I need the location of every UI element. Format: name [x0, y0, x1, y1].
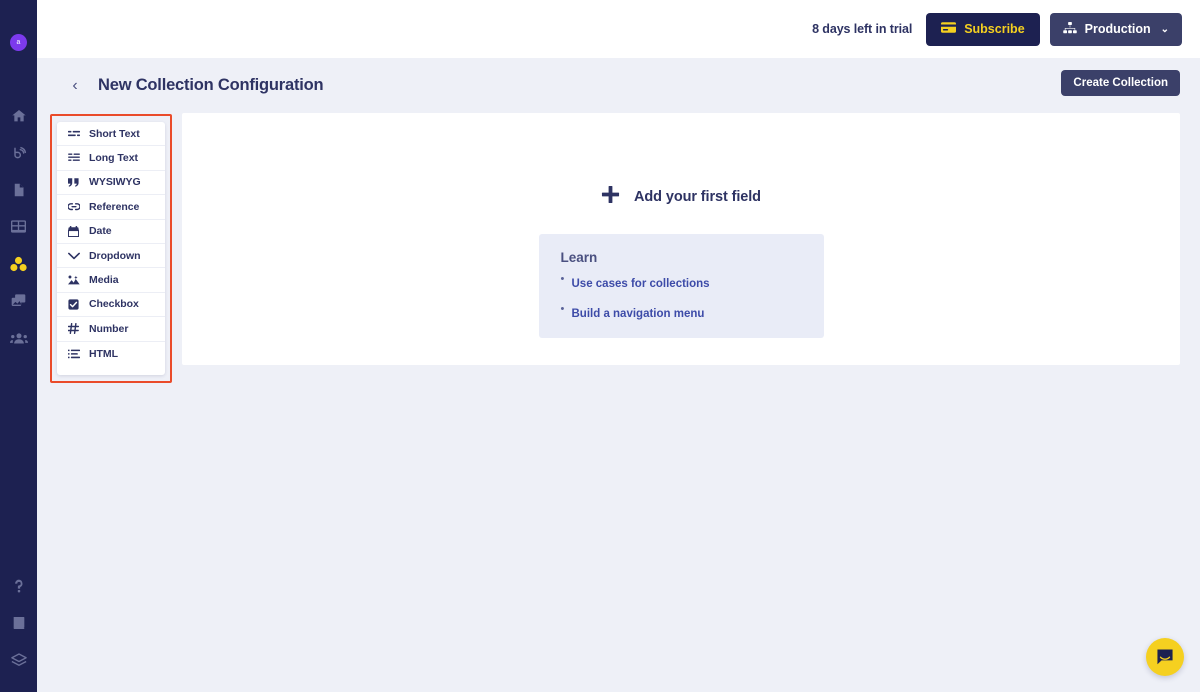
top-bar: 8 days left in trial Subscribe: [37, 0, 1200, 58]
back-button[interactable]: ‹: [68, 78, 82, 94]
primary-sidebar: a: [0, 0, 37, 692]
sidebar-item-blogs[interactable]: [4, 134, 34, 171]
plus-icon: [601, 185, 620, 209]
field-type-label: Dropdown: [89, 250, 141, 262]
field-type-menu: Short Text Long Text: [57, 122, 165, 375]
app-root: a: [0, 0, 1200, 692]
sidebar-item-home[interactable]: [4, 97, 34, 134]
collection-fields-panel: Add your first field Learn Use cases for…: [182, 113, 1180, 365]
learn-link-navigation-menu[interactable]: Build a navigation menu: [572, 308, 705, 320]
checkbox-icon: [66, 297, 81, 312]
learn-links-list: Use cases for collections Build a naviga…: [561, 274, 824, 322]
learn-card: Learn Use cases for collections Build a …: [539, 234, 824, 338]
blog-icon: [11, 145, 27, 161]
users-icon: [10, 331, 28, 345]
credit-card-icon: [941, 22, 956, 36]
page-header: ‹ New Collection Configuration Create Co…: [37, 58, 1200, 113]
chevron-down-icon: [66, 248, 81, 263]
chat-bubble-icon: [1156, 648, 1174, 666]
field-type-long-text[interactable]: Long Text: [57, 146, 165, 170]
field-type-label: WYSIWYG: [89, 176, 141, 188]
sidebar-item-help[interactable]: [4, 567, 34, 604]
field-type-label: Checkbox: [89, 298, 139, 310]
field-type-checkbox[interactable]: Checkbox: [57, 293, 165, 317]
calendar-icon: [66, 224, 81, 239]
sidebar-item-layers[interactable]: [4, 641, 34, 678]
chevron-down-icon: ⌄: [1161, 24, 1169, 35]
sitemap-icon: [1063, 22, 1077, 37]
sidebar-item-media[interactable]: [4, 282, 34, 319]
add-first-field-button[interactable]: Add your first field: [601, 185, 761, 209]
field-type-label: HTML: [89, 348, 118, 360]
list-icon: [66, 346, 81, 361]
add-first-field-label: Add your first field: [634, 189, 761, 205]
home-icon: [11, 108, 27, 124]
page-icon: [11, 182, 26, 198]
field-type-reference[interactable]: Reference: [57, 195, 165, 219]
field-type-dropdown[interactable]: Dropdown: [57, 244, 165, 268]
collections-icon: [10, 256, 27, 272]
sidebar-item-collections[interactable]: [4, 245, 34, 282]
book-icon: [11, 615, 27, 631]
quote-icon: [66, 175, 81, 190]
field-type-label: Media: [89, 274, 119, 286]
sidebar-secondary-icons: [4, 567, 34, 678]
field-type-media[interactable]: Media: [57, 268, 165, 292]
learn-card-title: Learn: [561, 250, 824, 265]
field-type-label: Short Text: [89, 128, 140, 140]
sidebar-item-docs[interactable]: [4, 604, 34, 641]
sidebar-item-tables[interactable]: [4, 208, 34, 245]
hash-icon: [66, 321, 81, 336]
page-title: New Collection Configuration: [98, 76, 323, 95]
sidebar-primary-icons: [4, 97, 34, 356]
create-collection-button[interactable]: Create Collection: [1061, 70, 1180, 96]
link-icon: [66, 199, 81, 214]
image-icon: [66, 273, 81, 288]
sidebar-item-pages[interactable]: [4, 171, 34, 208]
media-library-icon: [10, 293, 27, 308]
field-type-date[interactable]: Date: [57, 220, 165, 244]
avatar-initial: a: [17, 39, 21, 46]
field-type-label: Long Text: [89, 152, 138, 164]
long-text-icon: [66, 151, 81, 166]
table-icon: [10, 219, 27, 234]
avatar[interactable]: a: [10, 34, 27, 51]
environment-selector[interactable]: Production ⌄: [1050, 13, 1182, 46]
trial-status-text: 8 days left in trial: [812, 22, 912, 36]
list-item: Use cases for collections: [561, 274, 824, 292]
sidebar-item-users[interactable]: [4, 319, 34, 356]
field-type-wysiwyg[interactable]: WYSIWYG: [57, 171, 165, 195]
list-item: Build a navigation menu: [561, 304, 824, 322]
learn-link-use-cases[interactable]: Use cases for collections: [572, 278, 710, 290]
subscribe-button[interactable]: Subscribe: [926, 13, 1039, 46]
field-type-label: Reference: [89, 201, 139, 213]
environment-label: Production: [1085, 22, 1151, 36]
field-type-short-text[interactable]: Short Text: [57, 122, 165, 146]
help-icon: [11, 578, 27, 594]
short-text-icon: [66, 126, 81, 141]
chat-widget-button[interactable]: [1146, 638, 1184, 676]
field-type-label: Number: [89, 323, 128, 335]
field-type-label: Date: [89, 225, 112, 237]
subscribe-label: Subscribe: [964, 22, 1024, 36]
field-type-number[interactable]: Number: [57, 317, 165, 341]
layers-icon: [10, 652, 28, 668]
field-type-html[interactable]: HTML: [57, 342, 165, 366]
field-type-menu-highlight: Short Text Long Text: [50, 114, 172, 383]
